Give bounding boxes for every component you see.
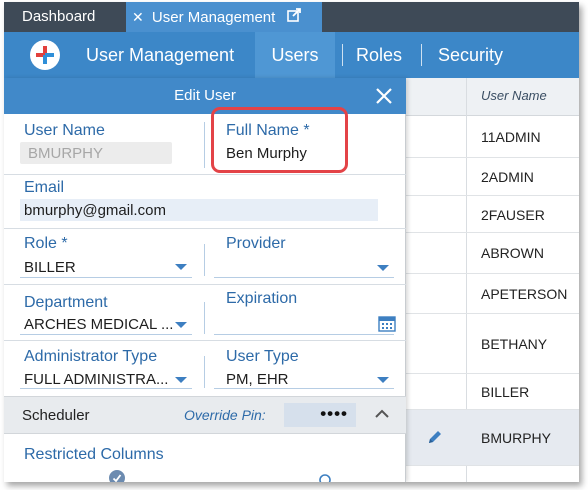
field-underline <box>20 334 192 335</box>
expiration-label: Expiration <box>226 290 298 307</box>
role-label: Role * <box>24 235 68 252</box>
field-underline <box>214 388 394 389</box>
user-type-label: User Type <box>226 348 299 365</box>
nav-divider <box>342 44 343 66</box>
user-name-cell: 2FAUSER <box>481 207 545 223</box>
remove-chip-icon[interactable] <box>108 469 126 482</box>
table-row[interactable]: APETERSON <box>406 274 579 314</box>
field-divider <box>204 302 205 334</box>
app-window: Dashboard ✕ User Management User Managem… <box>4 2 579 482</box>
table-row[interactable]: 2FAUSER <box>406 196 579 233</box>
section-divider <box>4 228 406 229</box>
close-tab-icon[interactable]: ✕ <box>132 9 144 25</box>
chevron-down-icon[interactable] <box>377 377 389 383</box>
field-divider <box>204 356 205 388</box>
field-underline <box>20 277 192 278</box>
chevron-down-icon[interactable] <box>175 377 187 383</box>
override-pin-field[interactable]: •••• <box>284 403 356 427</box>
tab-bar: Dashboard ✕ User Management <box>4 2 579 32</box>
nav-bar: User Management Users Roles Security <box>4 32 579 78</box>
provider-label: Provider <box>226 235 286 252</box>
field-divider <box>204 244 205 276</box>
chevron-down-icon[interactable] <box>175 322 187 328</box>
pencil-edit-icon[interactable] <box>426 428 444 451</box>
user-name-value: BMURPHY <box>28 145 104 162</box>
section-divider <box>4 284 406 285</box>
chevron-up-icon[interactable] <box>374 407 390 425</box>
user-name-cell: APETERSON <box>481 286 568 302</box>
field-underline <box>20 388 192 389</box>
users-grid: User Name 11ADMIN 2ADMIN 2FAUSER ABROWN … <box>406 78 579 482</box>
override-pin-label: Override Pin: <box>184 407 266 423</box>
department-label: Department <box>24 294 108 311</box>
highlight-annotation <box>211 107 348 173</box>
nav-user-management[interactable]: User Management <box>86 32 234 78</box>
panel-title: Edit User <box>174 87 236 104</box>
nav-users[interactable]: Users <box>255 32 335 78</box>
email-label: Email <box>24 179 65 196</box>
user-type-select[interactable]: PM, EHR <box>226 371 289 388</box>
user-name-label: User Name <box>24 122 105 139</box>
nav-roles[interactable]: Roles <box>356 32 402 78</box>
department-select[interactable]: ARCHES MEDICAL ... <box>24 316 173 333</box>
chevron-down-icon[interactable] <box>175 264 187 270</box>
override-pin-value: •••• <box>320 404 348 423</box>
restricted-columns-label: Restricted Columns <box>24 446 164 463</box>
user-name-cell: BILLER <box>481 384 530 400</box>
user-name-cell: ABROWN <box>481 245 544 261</box>
close-icon[interactable] <box>372 82 396 113</box>
user-name-cell: 11ADMIN <box>481 129 541 145</box>
panel-header: Edit User <box>4 78 406 114</box>
chevron-down-icon[interactable] <box>377 265 389 271</box>
tab-dashboard[interactable]: Dashboard <box>14 2 103 32</box>
table-row[interactable]: 2ADMIN <box>406 158 579 196</box>
field-divider <box>204 122 205 168</box>
add-plus-icon[interactable] <box>30 40 60 70</box>
tab-dashboard-label: Dashboard <box>22 8 96 25</box>
grid-header: User Name <box>406 78 579 116</box>
field-underline <box>214 334 394 335</box>
section-divider <box>4 174 406 175</box>
section-divider <box>4 340 406 341</box>
scheduler-section-header[interactable]: Scheduler Override Pin: •••• <box>4 396 406 434</box>
search-icon[interactable] <box>318 472 334 482</box>
nav-divider <box>421 44 422 66</box>
column-header-user-name[interactable]: User Name <box>481 88 547 103</box>
table-row-selected[interactable]: BMURPHY <box>406 410 579 466</box>
table-row[interactable]: 11ADMIN <box>406 116 579 158</box>
table-row[interactable]: BETHANY <box>406 314 579 374</box>
user-name-cell: 2ADMIN <box>481 169 534 185</box>
administrator-type-select[interactable]: FULL ADMINISTRA... <box>24 371 168 388</box>
email-input[interactable]: bmurphy@gmail.com <box>24 202 166 219</box>
user-name-cell: BETHANY <box>481 336 548 352</box>
tab-user-management-label: User Management <box>151 9 276 26</box>
scheduler-label: Scheduler <box>22 407 90 424</box>
role-select[interactable]: BILLER <box>24 259 76 276</box>
nav-security[interactable]: Security <box>438 32 503 78</box>
external-link-icon[interactable] <box>287 3 302 33</box>
user-name-cell: BMURPHY <box>481 430 552 446</box>
tab-user-management[interactable]: ✕ User Management <box>126 2 322 32</box>
table-row[interactable]: ABROWN <box>406 233 579 274</box>
administrator-type-label: Administrator Type <box>24 348 158 365</box>
table-row[interactable]: BILLER <box>406 374 579 410</box>
field-underline <box>214 277 394 278</box>
